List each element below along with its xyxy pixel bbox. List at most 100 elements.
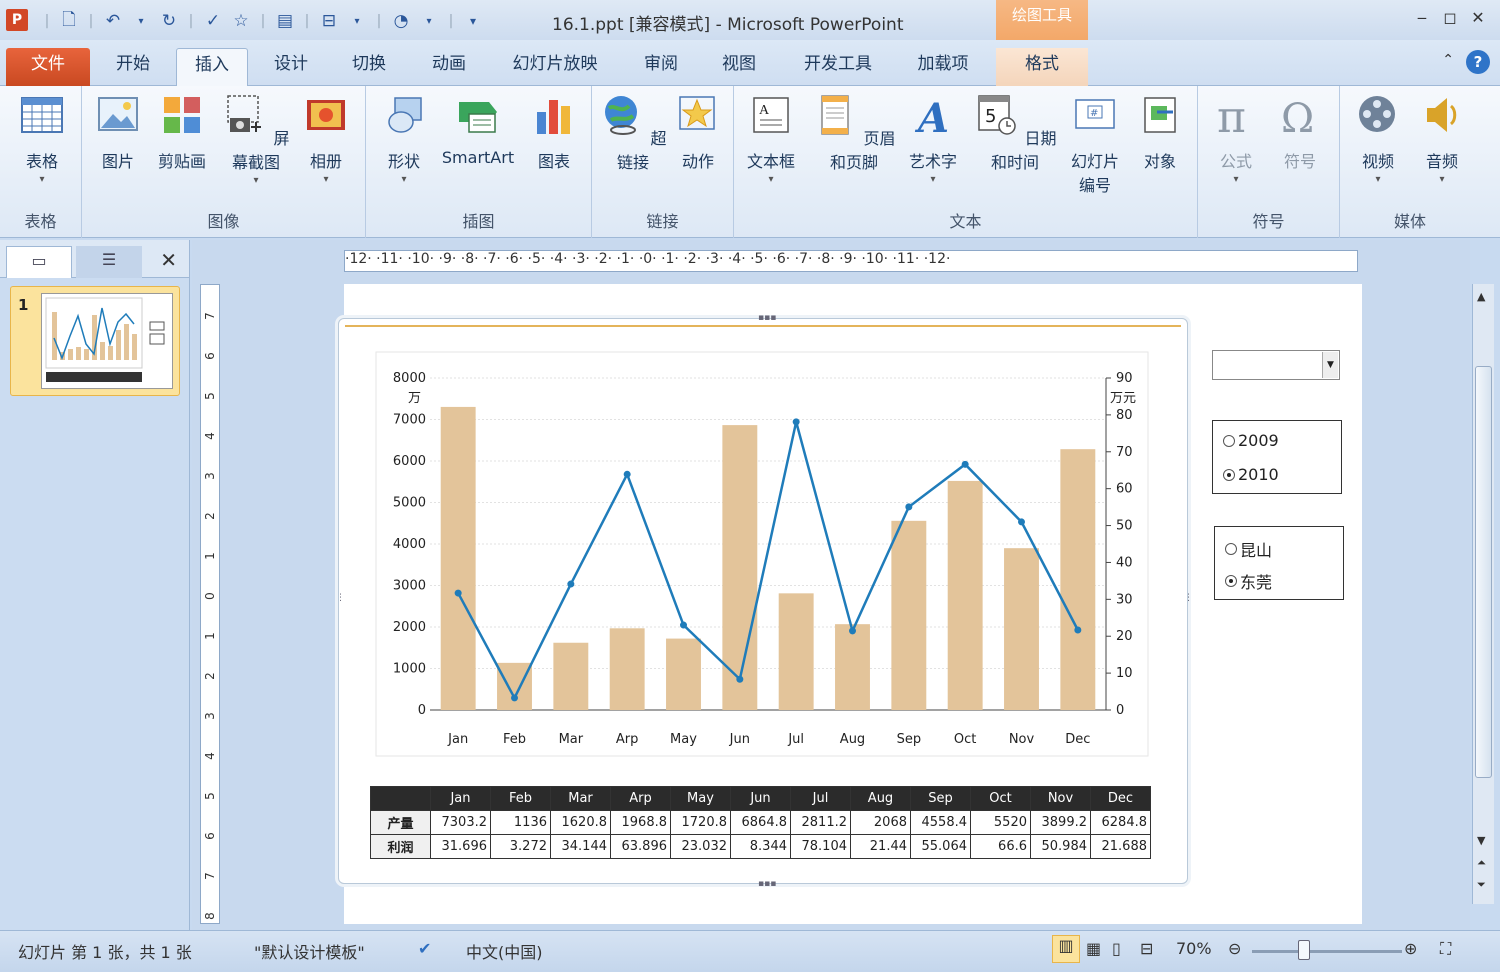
action-button[interactable]: 动作 bbox=[670, 92, 726, 172]
new-document-icon[interactable]: 🗋 bbox=[60, 7, 78, 36]
outline-tab[interactable]: ☰ bbox=[76, 246, 142, 278]
x-axis-tick-label: Sep bbox=[897, 732, 922, 747]
tab-file[interactable]: 文件 bbox=[6, 48, 90, 86]
photo-album-button[interactable]: 相册 ▾ bbox=[298, 92, 354, 185]
tab-review[interactable]: 审阅 bbox=[628, 48, 694, 86]
clipart-label: 剪贴画 bbox=[157, 152, 206, 171]
table-cell: 23.032 bbox=[670, 834, 731, 859]
spellcheck-icon[interactable]: ✔ bbox=[418, 939, 431, 958]
video-button[interactable]: 视频 ▾ bbox=[1350, 92, 1406, 185]
option-city-kunshan[interactable]: 昆山 bbox=[1225, 537, 1272, 561]
close-icon[interactable]: ✕ bbox=[1466, 8, 1490, 27]
table-column-header: May bbox=[670, 786, 731, 811]
zoom-in-icon[interactable]: ⊕ bbox=[1404, 939, 1417, 958]
tab-format[interactable]: 格式 bbox=[996, 48, 1088, 86]
tab-addins[interactable]: 加载项 bbox=[902, 48, 984, 86]
combo-chart[interactable]: 0 1000 2000 3000 4000 5000 6000 7000 8000 0 10 20 3… bbox=[370, 350, 1150, 760]
table-button[interactable]: 表格 ▾ bbox=[14, 92, 70, 185]
slide-number-button[interactable]: # 幻灯片 编号 bbox=[1064, 92, 1126, 196]
audio-button[interactable]: 音频 ▾ bbox=[1414, 92, 1470, 185]
textbox-button[interactable]: A 文本框 ▾ bbox=[740, 92, 802, 185]
panel-close-icon[interactable]: ✕ bbox=[160, 248, 177, 272]
tab-insert[interactable]: 插入 bbox=[176, 48, 248, 86]
equation-button[interactable]: π 公式 ▾ bbox=[1208, 92, 1264, 185]
scroll-down-icon[interactable]: ▼ bbox=[1477, 834, 1485, 847]
line-point-feb bbox=[511, 694, 518, 702]
clipart-button[interactable]: 剪贴画 bbox=[150, 92, 214, 172]
arrange-icon[interactable]: ⊟ bbox=[320, 11, 338, 31]
smartart-label: SmartArt bbox=[441, 148, 515, 167]
tab-transitions[interactable]: 切换 bbox=[336, 48, 402, 86]
year-option-group: 2009 2010 bbox=[1212, 420, 1342, 494]
shapes-dropdown-icon[interactable]: ▾ bbox=[420, 16, 438, 27]
zoom-slider[interactable] bbox=[1252, 950, 1402, 953]
slides-tab[interactable]: ▭ bbox=[6, 246, 72, 278]
status-bar: 幻灯片 第 1 张，共 1 张 "默认设计模板" ✔ 中文(中国) ▥ ▦ ▯ … bbox=[0, 930, 1500, 972]
tab-animations[interactable]: 动画 bbox=[416, 48, 482, 86]
tab-home[interactable]: 开始 bbox=[100, 48, 166, 86]
action-star-icon bbox=[679, 96, 715, 130]
previous-slide-icon[interactable]: ⏶ bbox=[1477, 856, 1486, 870]
option-year-2010[interactable]: 2010 bbox=[1223, 465, 1279, 484]
picture-button[interactable]: 图片 bbox=[92, 92, 144, 172]
slideshow-view-icon[interactable]: ⊟ bbox=[1140, 939, 1153, 958]
tab-slideshow[interactable]: 幻灯片放映 bbox=[498, 48, 612, 86]
chart-button[interactable]: 图表 bbox=[526, 92, 582, 172]
fit-to-window-icon[interactable]: ⛶ bbox=[1440, 939, 1451, 959]
resize-handle-left[interactable]: ⋮ bbox=[336, 594, 345, 603]
slide-thumbnail-selected[interactable] bbox=[10, 286, 180, 396]
minimize-icon[interactable]: ‒ bbox=[1410, 8, 1434, 27]
vertical-scrollbar[interactable]: ▲ ▼ ⏶ ⏷ bbox=[1472, 284, 1494, 904]
dropdown-caret-icon: ▾ bbox=[1233, 174, 1239, 185]
vertical-text-icon[interactable]: ▤ bbox=[276, 11, 294, 31]
zoom-slider-knob[interactable] bbox=[1298, 940, 1310, 960]
shapes-icon[interactable]: ◔ bbox=[392, 11, 410, 31]
slide-thumbnail[interactable] bbox=[41, 293, 173, 389]
help-icon[interactable]: ? bbox=[1466, 50, 1490, 74]
undo-dropdown-icon[interactable]: ▾ bbox=[132, 16, 150, 27]
symbol-button[interactable]: Ω 符号 bbox=[1272, 92, 1328, 172]
calendar-clock-icon: 5 bbox=[978, 95, 1017, 135]
favorite-icon[interactable]: ☆ bbox=[232, 11, 250, 31]
redo-icon[interactable]: ↻ bbox=[160, 11, 178, 31]
option-city-dongguan[interactable]: 东莞 bbox=[1225, 569, 1272, 593]
resize-handle-bottom[interactable]: ▪▪▪ bbox=[758, 880, 776, 889]
scrollbar-thumb[interactable] bbox=[1475, 366, 1492, 778]
wordart-button[interactable]: A 艺术字 ▾ bbox=[904, 92, 962, 185]
reading-view-icon[interactable]: ▯ bbox=[1112, 939, 1121, 958]
hyperlink-button[interactable]: 超链接 bbox=[598, 92, 668, 173]
powerpoint-app-icon[interactable]: P bbox=[6, 9, 28, 31]
theme-name[interactable]: "默认设计模板" bbox=[254, 939, 365, 963]
combo-dropdown-icon[interactable]: ▼ bbox=[1322, 352, 1338, 378]
maximize-icon[interactable]: ◻ bbox=[1438, 8, 1462, 27]
normal-view-icon[interactable]: ▥ bbox=[1052, 935, 1080, 963]
screenshot-button[interactable]: 屏幕截图 ▾ bbox=[218, 92, 294, 186]
date-time-button[interactable]: 5 日期和时间 bbox=[968, 92, 1062, 173]
bar-sep bbox=[891, 520, 927, 710]
shapes-button[interactable]: 形状 ▾ bbox=[376, 92, 432, 185]
tab-view[interactable]: 视图 bbox=[706, 48, 772, 86]
next-slide-icon[interactable]: ⏷ bbox=[1477, 878, 1486, 892]
zoom-level[interactable]: 70% bbox=[1176, 939, 1212, 958]
resize-handle-right[interactable]: ⋮ bbox=[1184, 594, 1193, 603]
selection-accent-line bbox=[345, 325, 1181, 327]
arrange-dropdown-icon[interactable]: ▾ bbox=[348, 16, 366, 27]
tab-design[interactable]: 设计 bbox=[258, 48, 324, 86]
zoom-out-icon[interactable]: ⊖ bbox=[1228, 939, 1241, 958]
resize-handle-top[interactable]: ▪▪▪ bbox=[758, 314, 776, 323]
tab-developer[interactable]: 开发工具 bbox=[790, 48, 886, 86]
header-footer-button[interactable]: 页眉和页脚 bbox=[806, 92, 902, 173]
customize-qat-icon[interactable]: ▾ bbox=[464, 14, 482, 28]
x-axis-tick-label: Arp bbox=[616, 732, 639, 747]
format-painter-icon[interactable]: ✓ bbox=[204, 11, 222, 31]
smartart-button[interactable]: SmartArt bbox=[438, 92, 518, 167]
combo-box[interactable]: ▼ bbox=[1212, 350, 1340, 380]
option-year-2009[interactable]: 2009 bbox=[1223, 431, 1279, 450]
undo-icon[interactable]: ↶ bbox=[104, 11, 122, 31]
language-indicator[interactable]: 中文(中国) bbox=[466, 939, 543, 963]
scroll-up-icon[interactable]: ▲ bbox=[1477, 290, 1485, 303]
minimize-ribbon-icon[interactable]: ⌃ bbox=[1442, 52, 1454, 68]
object-button[interactable]: 对象 bbox=[1132, 92, 1188, 172]
slide-sorter-icon[interactable]: ▦ bbox=[1086, 939, 1101, 958]
radio-selected-icon bbox=[1225, 575, 1237, 587]
